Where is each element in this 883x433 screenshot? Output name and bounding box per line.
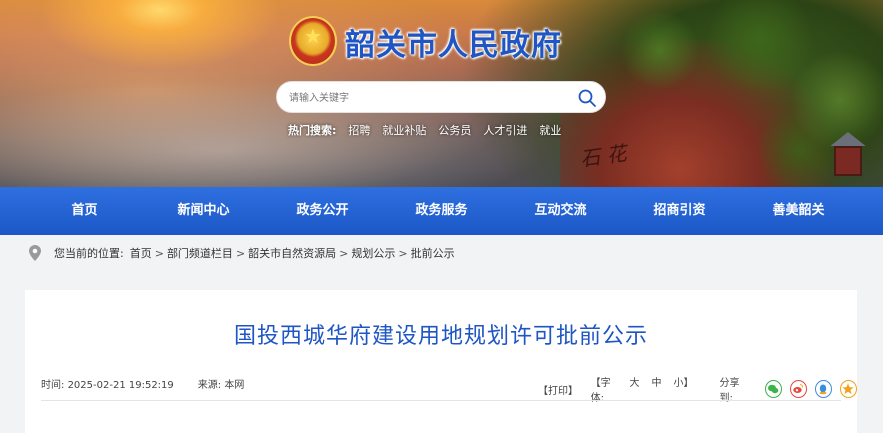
breadcrumb-item-pre-approval[interactable]: 批前公示 [411,245,455,261]
wechat-icon [768,384,779,394]
nav-item-gov-affairs[interactable]: 政务公开 [263,187,382,235]
nav-item-investment[interactable]: 招商引资 [620,187,739,235]
breadcrumb-separator: > [154,246,164,260]
location-pin-icon [29,245,41,261]
share-qq-button[interactable] [814,380,832,398]
article-source: 来源: 本网 [198,376,245,391]
hot-search-link[interactable]: 人才引进 [483,122,527,138]
site-title[interactable]: 韶关市人民政府 [345,20,562,64]
article-title: 国投西城华府建设用地规划许可批前公示 [233,324,648,349]
article-meta: 时间: 2025-02-21 19:52:19 来源: 本网 [41,376,244,391]
hot-search-link[interactable]: 就业 [539,122,561,138]
nav-item-shaoguan[interactable]: 善美韶关 [739,187,858,235]
hot-search-label: 热门搜索: [288,124,337,137]
nav-item-news[interactable]: 新闻中心 [144,187,263,235]
hot-search-link[interactable]: 公务员 [438,122,471,138]
hot-search-link[interactable]: 招聘 [348,122,370,138]
publish-time-label: 时间: [41,380,65,391]
breadcrumb-item-dept-channel[interactable]: 部门频道栏目 [167,245,233,261]
national-emblem-icon [289,16,337,66]
breadcrumb: 您当前的位置: 首页 > 部门频道栏目 > 韶关市自然资源局 > 规划公示 > … [28,244,455,262]
share-weibo-button[interactable] [789,380,807,398]
hot-search-link[interactable]: 就业补贴 [382,122,426,138]
search-input[interactable] [289,89,569,107]
search-box[interactable] [276,81,606,113]
nav-item-home[interactable]: 首页 [25,187,144,235]
publish-time: 时间: 2025-02-21 19:52:19 [41,376,174,391]
publish-time-value: 2025-02-21 19:52:19 [67,380,174,391]
print-button[interactable]: 【打印】 [538,382,578,397]
share-wechat-button[interactable] [764,380,782,398]
breadcrumb-separator: > [398,246,408,260]
article-divider [41,400,841,401]
share-qzone-button[interactable] [839,380,858,398]
source-label: 来源: [197,380,222,391]
nav-item-gov-services[interactable]: 政务服务 [382,187,501,235]
weibo-icon [793,384,804,393]
hot-search: 热门搜索: 招聘 就业补贴 公务员 人才引进 就业 [288,122,561,138]
breadcrumb-prefix: 您当前的位置: [54,247,124,260]
breadcrumb-separator: > [339,246,349,260]
breadcrumb-item-home[interactable]: 首页 [130,245,152,261]
star-icon [842,383,854,394]
main-nav: 首页 新闻中心 政务公开 政务服务 互动交流 招商引资 善美韶关 [0,187,883,235]
breadcrumb-item-planning[interactable]: 规划公示 [351,245,395,261]
article-card: 国投西城华府建设用地规划许可批前公示 时间: 2025-02-21 19:52:… [25,290,858,433]
search-icon[interactable] [577,88,597,108]
banner-pavilion [826,132,870,184]
breadcrumb-item-bureau[interactable]: 韶关市自然资源局 [248,245,336,261]
nav-item-interaction[interactable]: 互动交流 [501,187,620,235]
header-banner: 石 花 韶关市人民政府 热门搜索: 招聘 就业补贴 公务员 人才引进 就业 [0,0,883,190]
source-value: 本网 [224,380,245,391]
breadcrumb-separator: > [235,246,246,260]
qq-icon [819,384,827,395]
